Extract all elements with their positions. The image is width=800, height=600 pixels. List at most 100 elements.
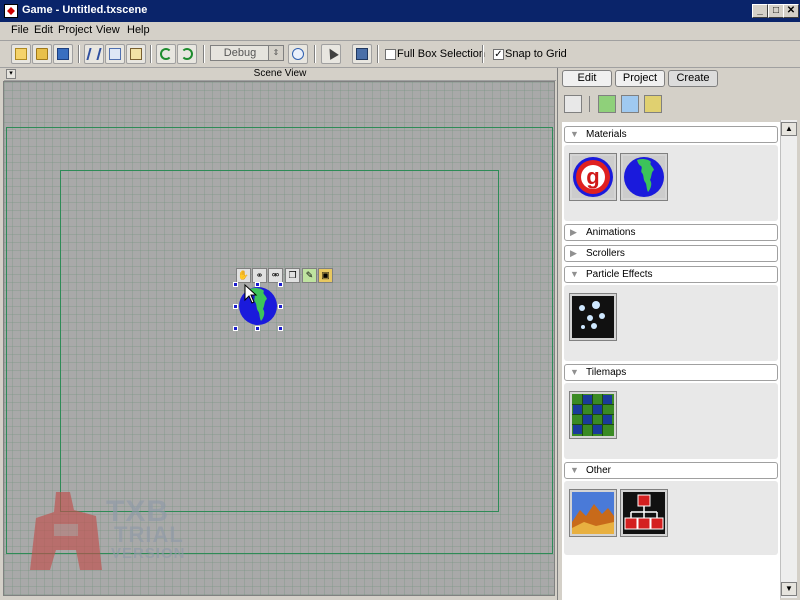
resize-handle[interactable] bbox=[278, 304, 283, 309]
scroll-down-icon[interactable]: ▼ bbox=[781, 582, 797, 596]
monitor-icon bbox=[356, 48, 368, 60]
particle-effect-thumbnail[interactable] bbox=[569, 293, 617, 341]
menu-edit[interactable]: Edit bbox=[34, 24, 53, 36]
resize-handle[interactable] bbox=[278, 326, 283, 331]
image-icon[interactable]: ▣ bbox=[318, 268, 333, 283]
material-letter: g bbox=[586, 164, 599, 189]
sparkles-icon bbox=[579, 301, 605, 329]
menu-file[interactable]: File bbox=[11, 24, 29, 36]
new-button[interactable] bbox=[11, 44, 31, 64]
library-scrollbar[interactable]: ▲ ▼ bbox=[780, 120, 797, 598]
build-config-select[interactable]: Debug ⇕ bbox=[210, 45, 284, 61]
collapsed-triangle-icon: ▶ bbox=[570, 227, 577, 237]
paste-button[interactable] bbox=[126, 44, 146, 64]
tab-project[interactable]: Project bbox=[615, 70, 665, 87]
import-image-icon[interactable] bbox=[598, 95, 616, 113]
section-label: Tilemaps bbox=[586, 367, 627, 378]
resize-handle[interactable] bbox=[233, 282, 238, 287]
tilemap-image bbox=[572, 394, 614, 436]
menu-view[interactable]: View bbox=[96, 24, 120, 36]
tab-create[interactable]: Create bbox=[668, 70, 718, 87]
edit-icon[interactable]: ✎ bbox=[302, 268, 317, 283]
hand-icon[interactable]: ✋ bbox=[236, 268, 251, 283]
build-config-value: Debug bbox=[223, 47, 257, 59]
landscape-icon bbox=[572, 492, 614, 534]
section-other[interactable]: ▼ Other bbox=[564, 462, 778, 479]
tilemap-thumbnail[interactable] bbox=[569, 391, 617, 439]
tile-grid-icon bbox=[572, 394, 614, 436]
toolbar-separator bbox=[78, 45, 80, 63]
section-animations[interactable]: ▶ Animations bbox=[564, 224, 778, 241]
scene-view-header: ▾ Scene View bbox=[4, 68, 556, 81]
material-thumbnail[interactable] bbox=[620, 153, 668, 201]
display-settings-button[interactable] bbox=[352, 44, 372, 64]
toolbar-separator bbox=[150, 45, 152, 63]
save-button[interactable] bbox=[53, 44, 73, 64]
menu-bar: File Edit Project View Help bbox=[0, 22, 800, 41]
save-icon bbox=[57, 48, 69, 60]
other-thumbnail[interactable] bbox=[569, 489, 617, 537]
copy-icon bbox=[109, 48, 121, 60]
redo-button[interactable] bbox=[177, 44, 197, 64]
other-thumbnail[interactable] bbox=[620, 489, 668, 537]
material-earth-image bbox=[623, 156, 665, 198]
play-button[interactable] bbox=[288, 44, 308, 64]
scene-view-title: Scene View bbox=[253, 68, 307, 79]
maximize-button[interactable]: □ bbox=[768, 4, 784, 18]
earth-icon bbox=[624, 157, 664, 197]
scissors-icon bbox=[86, 48, 102, 60]
menu-project[interactable]: Project bbox=[58, 24, 92, 36]
full-box-selection-checkbox[interactable] bbox=[385, 49, 396, 60]
folder-icon bbox=[36, 48, 48, 60]
minimize-button[interactable]: _ bbox=[752, 4, 768, 18]
section-particle-effects[interactable]: ▼ Particle Effects bbox=[564, 266, 778, 283]
material-thumbnail[interactable]: g bbox=[569, 153, 617, 201]
trial-watermark: TXB TRIAL VERSION bbox=[26, 490, 206, 575]
scroll-up-icon[interactable]: ▲ bbox=[781, 122, 797, 136]
snap-to-grid-checkbox[interactable]: ✓ bbox=[493, 49, 504, 60]
library-toolbar bbox=[562, 92, 780, 116]
database-icon[interactable] bbox=[564, 95, 582, 113]
other-list bbox=[564, 481, 778, 555]
sparkles-image bbox=[572, 296, 614, 338]
snap-to-grid-label: Snap to Grid bbox=[505, 48, 567, 60]
section-label: Particle Effects bbox=[586, 269, 653, 280]
copy-icon[interactable]: ❐ bbox=[285, 268, 300, 283]
section-materials[interactable]: ▼ Materials bbox=[564, 126, 778, 143]
tab-edit[interactable]: Edit bbox=[562, 70, 612, 87]
library-panel: Edit Project Create ▼ Materials g ▶ Anim… bbox=[557, 68, 800, 600]
select-tool-button[interactable] bbox=[321, 44, 341, 64]
menu-help[interactable]: Help bbox=[127, 24, 150, 36]
section-tilemaps[interactable]: ▼ Tilemaps bbox=[564, 364, 778, 381]
import-tilemap-icon[interactable] bbox=[644, 95, 662, 113]
landscape-image bbox=[572, 492, 614, 534]
resize-handle[interactable] bbox=[233, 326, 238, 331]
material-g-image: g bbox=[572, 156, 614, 198]
resize-handle[interactable] bbox=[233, 304, 238, 309]
cut-button[interactable] bbox=[84, 44, 104, 64]
toolbar: Debug ⇕ Full Box Selection ✓ Snap to Gri… bbox=[0, 41, 800, 68]
copy-button[interactable] bbox=[105, 44, 125, 64]
toolbar-separator bbox=[203, 45, 205, 63]
undo-button[interactable] bbox=[156, 44, 176, 64]
watermark-trial: TRIAL bbox=[114, 522, 184, 547]
earth-sprite[interactable] bbox=[236, 285, 280, 327]
red-g-logo-icon: g bbox=[573, 157, 613, 197]
updown-icon[interactable]: ⇕ bbox=[268, 46, 283, 60]
import-scroller-icon[interactable] bbox=[621, 95, 639, 113]
link-icon[interactable]: ⚭ bbox=[252, 268, 267, 283]
resize-handle[interactable] bbox=[255, 326, 260, 331]
materials-list: g bbox=[564, 145, 778, 221]
open-button[interactable] bbox=[32, 44, 52, 64]
resize-handle[interactable] bbox=[278, 282, 283, 287]
section-scrollers[interactable]: ▶ Scrollers bbox=[564, 245, 778, 262]
app-icon[interactable] bbox=[4, 4, 18, 18]
tilemaps-list bbox=[564, 383, 778, 459]
unlink-icon[interactable]: ⚮ bbox=[268, 268, 283, 283]
mouse-cursor-icon bbox=[244, 284, 258, 304]
section-label: Scrollers bbox=[586, 248, 625, 259]
pointer-icon bbox=[325, 46, 339, 60]
close-button[interactable]: ✕ bbox=[783, 4, 799, 18]
txb-logo-icon bbox=[30, 492, 102, 570]
section-label: Animations bbox=[586, 227, 636, 238]
